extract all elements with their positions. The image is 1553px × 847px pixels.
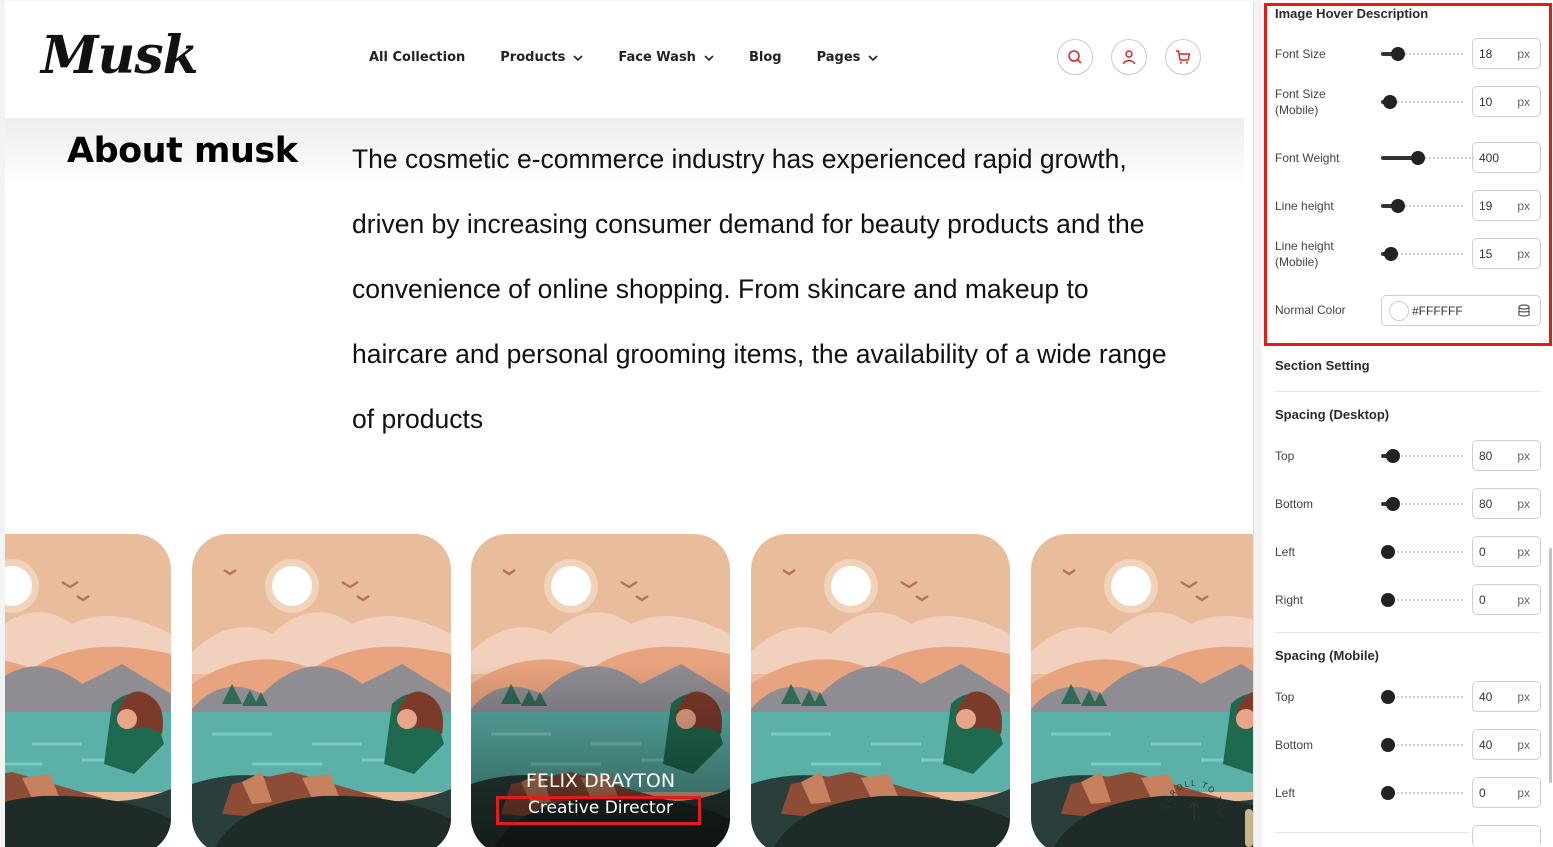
desktop-top-input[interactable]: 80 px (1472, 440, 1541, 471)
nav-face-wash[interactable]: Face Wash (618, 50, 714, 65)
search-icon[interactable] (1057, 39, 1093, 75)
team-card[interactable] (192, 534, 451, 847)
nav-pages[interactable]: Pages (817, 50, 879, 65)
divider (1275, 391, 1542, 392)
nav-label: Products (500, 50, 566, 65)
desktop-bottom-slider[interactable] (1381, 497, 1465, 511)
nav-label: Blog (748, 50, 782, 65)
site-logo[interactable]: Musk (41, 25, 199, 86)
page-scrollbar-thumb[interactable] (1245, 809, 1253, 847)
panel-scrollbar-thumb[interactable] (1549, 548, 1552, 783)
divider (1275, 832, 1470, 833)
mobile-left-input[interactable]: 0 px (1472, 777, 1541, 808)
mobile-top-slider[interactable] (1381, 690, 1465, 704)
section-title-spacing-mobile: Spacing (Mobile) (1275, 648, 1379, 663)
section-title-section-setting: Section Setting (1275, 358, 1370, 373)
team-card[interactable] (5, 534, 171, 847)
nav-label: All Collection (369, 50, 466, 65)
desktop-bottom-input[interactable]: 80 px (1472, 488, 1541, 519)
mobile-left-label: Left (1275, 786, 1296, 800)
desktop-top-slider[interactable] (1381, 449, 1465, 463)
store-preview: Musk All Collection Products Face Wash B… (5, 1, 1254, 847)
team-card[interactable]: FELIX DRAYTON Creative Director (471, 534, 730, 847)
nav-label: Face Wash (618, 50, 696, 65)
chevron-down-icon (868, 54, 878, 61)
mobile-top-input[interactable]: 40 px (1472, 681, 1541, 712)
about-title: About musk (67, 131, 298, 171)
team-card[interactable] (751, 534, 1010, 847)
nav-products[interactable]: Products (500, 50, 583, 65)
nav-all-collection[interactable]: All Collection (369, 50, 465, 65)
divider (1275, 632, 1542, 633)
desktop-top-label: Top (1275, 449, 1295, 463)
team-carousel: FELIX DRAYTON Creative Director (5, 534, 1253, 847)
header-actions (1057, 39, 1201, 75)
nav-blog[interactable]: Blog (749, 50, 782, 65)
mobile-left-slider[interactable] (1381, 786, 1465, 800)
chevron-down-icon (573, 54, 583, 61)
main-nav: All Collection Products Face Wash Blog P… (369, 50, 913, 65)
desktop-right-slider[interactable] (1381, 593, 1465, 607)
team-member-name: FELIX DRAYTON (525, 770, 676, 792)
section-title-spacing-desktop: Spacing (Desktop) (1275, 407, 1390, 422)
scroll-to-top-button[interactable]: SCROLL TO TOP (1163, 779, 1225, 841)
mobile-bottom-label: Bottom (1275, 738, 1314, 752)
desktop-right-input[interactable]: 0 px (1472, 584, 1541, 615)
mobile-bottom-input[interactable]: 40 px (1472, 729, 1541, 760)
desktop-left-input[interactable]: 0 px (1472, 536, 1541, 567)
desktop-left-slider[interactable] (1381, 545, 1465, 559)
highlight-box (496, 796, 701, 825)
desktop-right-label: Right (1275, 593, 1304, 607)
desktop-left-label: Left (1275, 545, 1296, 559)
user-icon[interactable] (1111, 39, 1147, 75)
highlight-box (1264, 3, 1552, 346)
mobile-bottom-slider[interactable] (1381, 738, 1465, 752)
chevron-down-icon (704, 54, 714, 61)
cart-icon[interactable] (1165, 39, 1201, 75)
mobile-right-input[interactable] (1472, 825, 1541, 847)
about-body: The cosmetic e-commerce industry has exp… (352, 144, 1167, 434)
desktop-bottom-label: Bottom (1275, 497, 1314, 511)
site-header: Musk All Collection Products Face Wash B… (5, 1, 1244, 118)
nav-label: Pages (816, 50, 861, 65)
mobile-top-label: Top (1275, 690, 1295, 704)
